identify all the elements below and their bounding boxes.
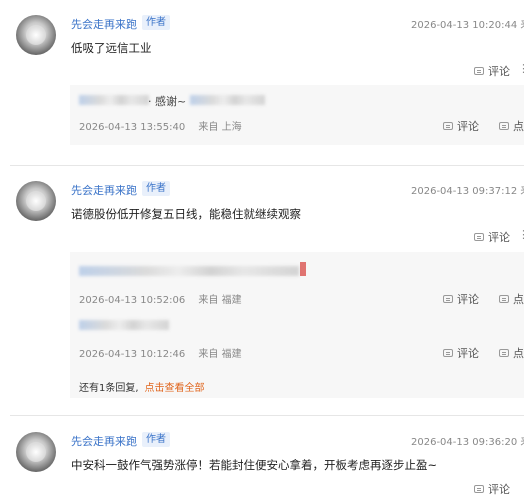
more-replies: 还有1条回复, 点击查看全部	[79, 379, 205, 394]
reply-actions: 评论 点	[443, 291, 524, 307]
reply-meta: 2026-04-13 10:12:46 来自 福建	[79, 345, 252, 360]
reply-text: · 感谢~	[148, 95, 187, 108]
reply-comment-button[interactable]: 评论	[457, 118, 479, 134]
comment-icon	[443, 349, 453, 357]
reply-comment-button[interactable]: 评论	[457, 345, 479, 361]
redacted-text	[79, 320, 169, 330]
post-timestamp: 2026-04-13 09:36:20 来	[411, 437, 524, 448]
comment-icon	[474, 67, 484, 75]
username[interactable]: 先会走再来跑	[71, 182, 137, 198]
post-timestamp: 2026-04-13 09:37:12 来	[411, 186, 524, 197]
reply-like-button[interactable]: 点	[513, 118, 524, 134]
reply-like-button[interactable]: 点	[513, 291, 524, 307]
reply-comment-button[interactable]: 评论	[457, 291, 479, 307]
post-content: 低吸了远信工业	[71, 41, 152, 55]
comment-button[interactable]: 评论	[474, 481, 510, 497]
post-content: 诺德股份低开修复五日线，能稳住就继续观察	[71, 207, 301, 221]
view-all-replies-link[interactable]: 点击查看全部	[145, 383, 205, 394]
reply-like-button[interactable]: 点	[513, 345, 524, 361]
comment-label: 评论	[488, 65, 510, 78]
like-icon	[499, 349, 509, 357]
post-content: 中安科一鼓作气强势涨停！若能封住便安心拿着，开板考虑再逐步止盈~	[71, 458, 438, 472]
more-replies-count: 还有1条回复,	[79, 383, 139, 394]
like-icon	[499, 122, 509, 130]
reply: · 感谢~ 2026-04-13 13:55:40 来自 上海 评论 点	[70, 85, 524, 145]
more-dots-icon[interactable]: ⋮	[518, 228, 524, 241]
comment-button[interactable]: 评论	[474, 63, 510, 79]
username[interactable]: 先会走再来跑	[71, 433, 137, 449]
redacted-text	[79, 266, 299, 276]
avatar[interactable]	[16, 15, 56, 55]
avatar[interactable]	[16, 432, 56, 472]
redacted-text	[190, 95, 265, 105]
author-badge: 作者	[142, 181, 170, 196]
post-timestamp: 2026-04-13 10:20:44 来	[411, 20, 524, 31]
reply-thread: 2026-04-13 10:52:06 来自 福建 评论 点 2026-04-1…	[70, 252, 524, 398]
like-icon	[499, 295, 509, 303]
redacted-username	[79, 95, 149, 105]
comment-icon	[474, 233, 484, 241]
reply-location: 来自 上海	[198, 122, 242, 133]
reply: 2026-04-13 10:12:46 来自 福建 评论 点	[70, 308, 524, 364]
reply-actions: 评论 点	[443, 118, 524, 134]
avatar[interactable]	[16, 181, 56, 221]
reply-meta: 2026-04-13 10:52:06 来自 福建	[79, 291, 252, 306]
reply-date: 2026-04-13 10:52:06	[79, 295, 186, 306]
comment-label: 评论	[488, 231, 510, 244]
comment-icon	[443, 295, 453, 303]
author-badge: 作者	[142, 15, 170, 30]
comment-button[interactable]: 评论	[474, 229, 510, 245]
divider	[10, 165, 524, 166]
comment-icon	[474, 485, 484, 493]
author-badge: 作者	[142, 432, 170, 447]
divider	[10, 415, 524, 416]
reply-meta: 2026-04-13 13:55:40 来自 上海	[79, 118, 252, 133]
reply-actions: 评论 点	[443, 345, 524, 361]
reply-date: 2026-04-13 10:12:46	[79, 349, 186, 360]
comment-label: 评论	[488, 483, 510, 496]
username[interactable]: 先会走再来跑	[71, 16, 137, 32]
reply-location: 来自 福建	[198, 295, 242, 306]
red-flag-icon	[300, 262, 306, 276]
more-dots-icon[interactable]: ⋮	[518, 62, 524, 75]
reply: 2026-04-13 10:52:06 来自 福建 评论 点	[70, 252, 524, 308]
reply-location: 来自 福建	[198, 349, 242, 360]
reply-date: 2026-04-13 13:55:40	[79, 122, 186, 133]
comment-icon	[443, 122, 453, 130]
